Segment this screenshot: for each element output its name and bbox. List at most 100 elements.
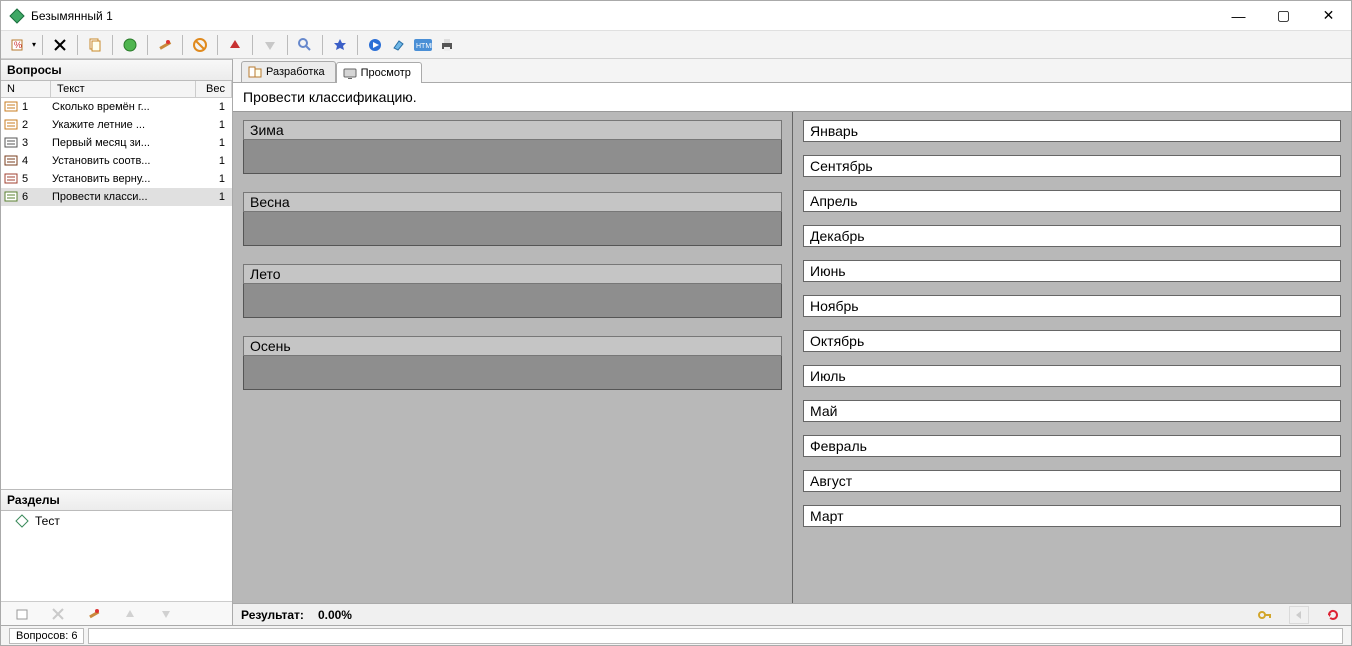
tab-develop[interactable]: Разработка bbox=[241, 61, 336, 82]
question-number: 2 bbox=[22, 119, 52, 131]
question-text-cell: Сколько времён г... bbox=[52, 101, 199, 113]
result-bar: Результат: 0.00% bbox=[233, 603, 1351, 625]
question-row[interactable]: 6Провести класси...1 bbox=[1, 188, 232, 206]
left-pane: Вопросы N Текст Вес 1Сколько времён г...… bbox=[1, 59, 233, 625]
develop-icon bbox=[248, 65, 262, 79]
question-type-icon bbox=[4, 100, 20, 114]
question-weight: 1 bbox=[199, 173, 229, 185]
clean-button[interactable] bbox=[388, 34, 410, 56]
classify-area: Зима Весна Лето Осень Январь Сентябрь Апрель Д… bbox=[233, 112, 1351, 603]
question-list: N Текст Вес 1Сколько времён г...12Укажит… bbox=[1, 81, 232, 489]
stop-button[interactable] bbox=[189, 34, 211, 56]
tab-develop-label: Разработка bbox=[266, 66, 325, 78]
section-label: Тест bbox=[35, 514, 60, 528]
result-value: 0.00% bbox=[318, 608, 368, 622]
question-row[interactable]: 4Установить соотв...1 bbox=[1, 152, 232, 170]
category-dropzone[interactable] bbox=[243, 212, 782, 246]
question-type-icon bbox=[4, 118, 20, 132]
question-number: 6 bbox=[22, 191, 52, 203]
question-text: Провести классификацию. bbox=[233, 83, 1351, 112]
item-row[interactable]: Ноябрь bbox=[803, 295, 1341, 317]
category-dropzone[interactable] bbox=[243, 140, 782, 174]
html-button[interactable]: HTML bbox=[412, 34, 434, 56]
item-row[interactable]: Март bbox=[803, 505, 1341, 527]
item-row[interactable]: Октябрь bbox=[803, 330, 1341, 352]
question-text-cell: Первый месяц зи... bbox=[52, 137, 199, 149]
category-block: Осень bbox=[243, 336, 782, 390]
down-button[interactable] bbox=[259, 34, 281, 56]
minimize-button[interactable]: — bbox=[1216, 1, 1261, 30]
favorite-button[interactable] bbox=[329, 34, 351, 56]
item-row[interactable]: Апрель bbox=[803, 190, 1341, 212]
main-toolbar: % ▾ HTML bbox=[1, 31, 1351, 59]
category-label: Зима bbox=[243, 120, 782, 140]
section-down-button[interactable] bbox=[155, 603, 177, 625]
category-dropzone[interactable] bbox=[243, 356, 782, 390]
question-row[interactable]: 3Первый месяц зи...1 bbox=[1, 134, 232, 152]
svg-text:%: % bbox=[14, 40, 22, 50]
delete-section-button[interactable] bbox=[47, 603, 69, 625]
app-icon bbox=[9, 8, 25, 24]
question-text-cell: Установить верну... bbox=[52, 173, 199, 185]
maximize-button[interactable]: ▢ bbox=[1261, 1, 1306, 30]
tools-button[interactable] bbox=[154, 34, 176, 56]
tab-view[interactable]: Просмотр bbox=[336, 62, 422, 83]
item-row[interactable]: Сентябрь bbox=[803, 155, 1341, 177]
up-button[interactable] bbox=[224, 34, 246, 56]
question-weight: 1 bbox=[199, 101, 229, 113]
question-text-cell: Провести класси... bbox=[52, 191, 199, 203]
refresh-icon[interactable] bbox=[1323, 606, 1343, 624]
left-bottom-toolbar bbox=[1, 601, 232, 625]
prev-icon[interactable] bbox=[1289, 606, 1309, 624]
tab-view-label: Просмотр bbox=[361, 67, 411, 79]
section-tools-button[interactable] bbox=[83, 603, 105, 625]
category-label: Лето bbox=[243, 264, 782, 284]
print-button[interactable] bbox=[436, 34, 458, 56]
key-icon[interactable] bbox=[1255, 606, 1275, 624]
question-weight: 1 bbox=[199, 155, 229, 167]
window-title: Безымянный 1 bbox=[31, 9, 1216, 23]
item-row[interactable]: Июль bbox=[803, 365, 1341, 387]
result-label: Результат: bbox=[241, 608, 304, 622]
section-up-button[interactable] bbox=[119, 603, 141, 625]
section-icon bbox=[15, 514, 29, 528]
titlebar: Безымянный 1 — ▢ ✕ bbox=[1, 1, 1351, 31]
new-question-button[interactable]: % bbox=[7, 34, 29, 56]
item-row[interactable]: Июнь bbox=[803, 260, 1341, 282]
question-text-cell: Укажите летние ... bbox=[52, 119, 199, 131]
item-row[interactable]: Январь bbox=[803, 120, 1341, 142]
close-button[interactable]: ✕ bbox=[1306, 1, 1351, 30]
section-item[interactable]: Тест bbox=[1, 511, 232, 531]
col-n[interactable]: N bbox=[1, 81, 51, 97]
category-label: Осень bbox=[243, 336, 782, 356]
questions-header: Вопросы bbox=[1, 59, 232, 81]
question-row[interactable]: 5Установить верну...1 bbox=[1, 170, 232, 188]
category-dropzone[interactable] bbox=[243, 284, 782, 318]
run-button[interactable] bbox=[119, 34, 141, 56]
search-button[interactable] bbox=[294, 34, 316, 56]
question-row[interactable]: 1Сколько времён г...1 bbox=[1, 98, 232, 116]
col-text[interactable]: Текст bbox=[51, 81, 196, 97]
status-count: Вопросов: 6 bbox=[9, 628, 84, 644]
question-weight: 1 bbox=[199, 119, 229, 131]
question-text-cell: Установить соотв... bbox=[52, 155, 199, 167]
question-type-icon bbox=[4, 190, 20, 204]
play-button[interactable] bbox=[364, 34, 386, 56]
new-section-button[interactable] bbox=[11, 603, 33, 625]
item-row[interactable]: Декабрь bbox=[803, 225, 1341, 247]
copy-button[interactable] bbox=[84, 34, 106, 56]
new-dropdown[interactable]: ▾ bbox=[31, 40, 36, 49]
item-row[interactable]: Август bbox=[803, 470, 1341, 492]
category-label: Весна bbox=[243, 192, 782, 212]
question-row[interactable]: 2Укажите летние ...1 bbox=[1, 116, 232, 134]
col-weight[interactable]: Вес bbox=[196, 81, 232, 97]
category-block: Весна bbox=[243, 192, 782, 246]
category-block: Лето bbox=[243, 264, 782, 318]
question-columns: N Текст Вес bbox=[1, 81, 232, 98]
item-row[interactable]: Февраль bbox=[803, 435, 1341, 457]
item-row[interactable]: Май bbox=[803, 400, 1341, 422]
question-type-icon bbox=[4, 172, 20, 186]
delete-button[interactable] bbox=[49, 34, 71, 56]
category-block: Зима bbox=[243, 120, 782, 174]
question-weight: 1 bbox=[199, 191, 229, 203]
